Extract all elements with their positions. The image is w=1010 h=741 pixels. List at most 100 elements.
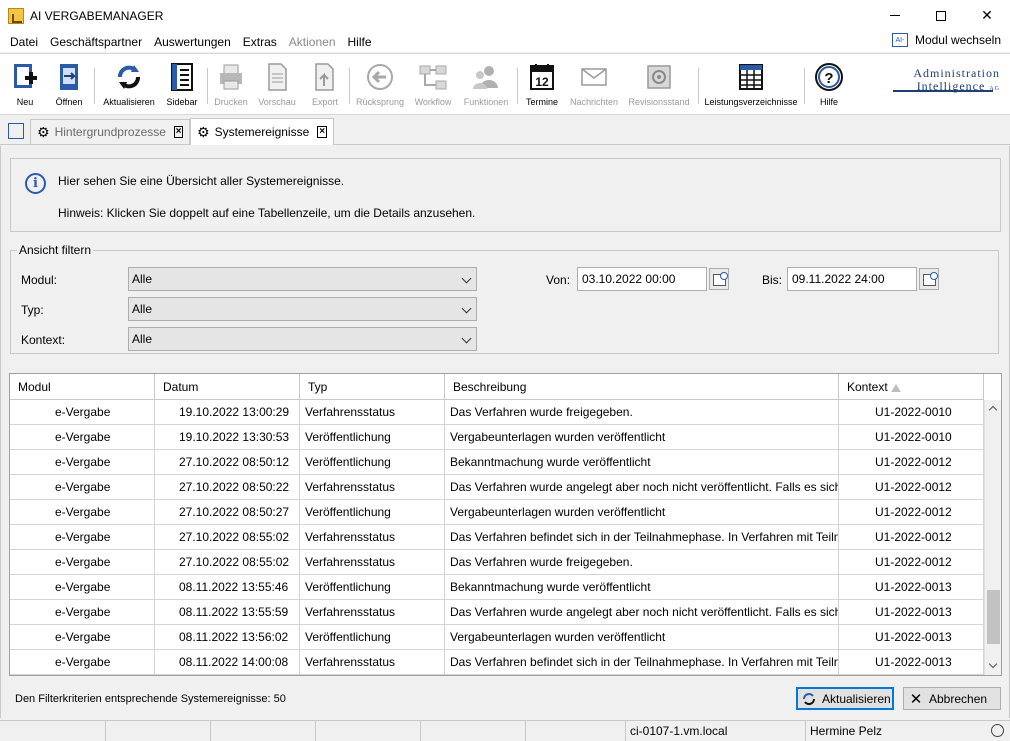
printer-icon: [216, 62, 246, 92]
cell-typ: Verfahrensstatus: [300, 550, 445, 574]
menu-auswertungen[interactable]: Auswertungen: [148, 35, 237, 49]
menu-datei[interactable]: Datei: [0, 35, 44, 49]
aktualisieren-toolbar-button[interactable]: Aktualisieren: [102, 54, 156, 114]
table-row[interactable]: e-Vergabe 19.10.2022 13:30:53 Veröffentlic…: [10, 425, 984, 450]
toolbar-separator: [804, 68, 805, 104]
kontext-select[interactable]: Alle: [128, 327, 477, 351]
bis-calendar-icon[interactable]: [919, 268, 939, 290]
table-row[interactable]: e-Vergabe 08.11.2022 13:56:02 Veröffentlic…: [10, 625, 984, 650]
column-header-modul[interactable]: Modul: [10, 374, 155, 400]
menu-geschaeftspartner[interactable]: Geschäftspartner: [44, 35, 148, 49]
sidebar-button[interactable]: Sidebar: [165, 54, 199, 114]
cell-datum: 27.10.2022 08:55:02: [155, 525, 300, 549]
oeffnen-button[interactable]: Öffnen: [52, 54, 86, 114]
modul-wechseln-button[interactable]: AI- Modul wechseln: [891, 33, 1001, 47]
aktualisieren-button[interactable]: Aktualisieren: [796, 687, 894, 710]
cell-beschreibung: Das Verfahren wurde freigegeben.: [445, 400, 839, 424]
neu-label: Neu: [16, 97, 34, 107]
scrollbar-thumb[interactable]: [987, 590, 1000, 644]
column-header-beschreibung[interactable]: Beschreibung: [445, 374, 839, 400]
cell-beschreibung: Vergabeunterlagen wurden veröffentlicht: [445, 425, 839, 449]
column-header-kontext[interactable]: Kontext: [839, 374, 984, 400]
vorschau-label: Vorschau: [258, 97, 296, 107]
close-window-button[interactable]: ✕: [964, 0, 1010, 31]
table-body: e-Vergabe 19.10.2022 13:00:29 Verfahrensst…: [10, 400, 984, 675]
table-row[interactable]: e-Vergabe 27.10.2022 08:55:02 Verfahrensst…: [10, 550, 984, 575]
chevron-down-icon: [461, 303, 472, 314]
tab-systemereignisse[interactable]: ⚙ Systemereignisse ×: [190, 118, 334, 145]
close-tab-icon[interactable]: ×: [317, 126, 327, 138]
cell-beschreibung: Das Verfahren wurde freigegeben.: [445, 550, 839, 574]
scroll-up-icon[interactable]: [988, 405, 998, 415]
cell-datum: 27.10.2022 08:55:02: [155, 550, 300, 574]
bis-date-input[interactable]: 09.11.2022 24:00: [787, 267, 917, 291]
cell-beschreibung: Vergabeunterlagen wurden veröffentlicht: [445, 500, 839, 524]
content-area: i Hier sehen Sie eine Übersicht aller Sy…: [0, 146, 1010, 718]
status-server: ci-0107-1.vm.local: [625, 721, 805, 741]
kontext-value: Alle: [132, 332, 153, 346]
minimize-button[interactable]: [872, 0, 918, 31]
maximize-button[interactable]: [918, 0, 964, 31]
nachrichten-label: Nachrichten: [569, 97, 619, 107]
table-row[interactable]: e-Vergabe 08.11.2022 14:00:08 Verfahrensst…: [10, 650, 984, 675]
revisionsstand-label: Revisionsstand: [628, 97, 690, 107]
table-row[interactable]: e-Vergabe 27.10.2022 08:50:12 Veröffentlic…: [10, 450, 984, 475]
status-indicator-icon: [991, 724, 1004, 737]
tab-overview-icon[interactable]: [8, 123, 24, 139]
cell-datum: 08.11.2022 13:56:02: [155, 625, 300, 649]
cell-typ: Verfahrensstatus: [300, 475, 445, 499]
export-icon: [310, 62, 340, 92]
workflow-label: Workflow: [414, 97, 452, 107]
cell-typ: Verfahrensstatus: [300, 400, 445, 424]
refresh-icon: [114, 62, 144, 92]
status-cell: [105, 721, 210, 741]
tab-hintergrundprozesse[interactable]: ⚙ Hintergrundprozesse ×: [30, 119, 190, 144]
drucken-button[interactable]: Drucken: [214, 54, 248, 114]
abbrechen-button[interactable]: ✕ Abbrechen: [903, 687, 1001, 710]
cell-modul: e-Vergabe: [10, 650, 155, 674]
status-cell: [525, 721, 625, 741]
termine-button[interactable]: 12 Termine: [524, 54, 560, 114]
cell-typ: Veröffentlichung: [300, 450, 445, 474]
export-button[interactable]: Export: [308, 54, 342, 114]
cell-modul: e-Vergabe: [10, 500, 155, 524]
close-tab-icon[interactable]: ×: [173, 126, 183, 138]
modul-select[interactable]: Alle: [128, 267, 477, 291]
ruecksprung-button[interactable]: Rücksprung: [356, 54, 404, 114]
leistungsverzeichnisse-button[interactable]: Leistungsverzeichnisse: [704, 54, 798, 114]
workflow-button[interactable]: Workflow: [413, 54, 453, 114]
info-icon: i: [25, 173, 46, 194]
menu-aktionen[interactable]: Aktionen: [283, 35, 342, 49]
cell-beschreibung: Das Verfahren befindet sich in der Teiln…: [445, 525, 839, 549]
von-calendar-icon[interactable]: [709, 268, 729, 290]
table-row[interactable]: e-Vergabe 08.11.2022 13:55:46 Veröffentlic…: [10, 575, 984, 600]
menu-extras[interactable]: Extras: [237, 35, 283, 49]
column-header-datum[interactable]: Datum: [155, 374, 300, 400]
nachrichten-button[interactable]: Nachrichten: [569, 54, 619, 114]
cell-typ: Verfahrensstatus: [300, 600, 445, 624]
von-date-input[interactable]: 03.10.2022 00:00: [577, 267, 707, 291]
info-box: i Hier sehen Sie eine Übersicht aller Sy…: [10, 158, 1001, 232]
funktionen-button[interactable]: Funktionen: [462, 54, 510, 114]
scroll-down-icon[interactable]: [988, 659, 998, 669]
gear-icon: ⚙: [197, 123, 210, 140]
toolbar-separator: [94, 68, 95, 104]
cell-beschreibung: Bekanntmachung wurde veröffentlicht: [445, 450, 839, 474]
aktualisieren-label: Aktualisieren: [103, 97, 155, 107]
toolbar-separator: [698, 68, 699, 104]
table-scrollbar[interactable]: [984, 400, 1001, 675]
table-header: Modul Datum Typ Beschreibung Kontext: [10, 374, 984, 400]
menu-hilfe[interactable]: Hilfe: [342, 35, 378, 49]
table-row[interactable]: e-Vergabe 27.10.2022 08:50:22 Verfahrensst…: [10, 475, 984, 500]
revisionsstand-button[interactable]: Revisionsstand: [628, 54, 690, 114]
column-header-typ[interactable]: Typ: [300, 374, 445, 400]
table-row[interactable]: e-Vergabe 08.11.2022 13:55:59 Verfahrensst…: [10, 600, 984, 625]
typ-select[interactable]: Alle: [128, 297, 477, 321]
hilfe-button[interactable]: ? Hilfe: [812, 54, 846, 114]
column-header-kontext-label: Kontext: [847, 380, 888, 394]
table-row[interactable]: e-Vergabe 19.10.2022 13:00:29 Verfahrensst…: [10, 400, 984, 425]
vorschau-button[interactable]: Vorschau: [258, 54, 296, 114]
neu-button[interactable]: Neu: [10, 54, 40, 114]
table-row[interactable]: e-Vergabe 27.10.2022 08:50:27 Veröffentlic…: [10, 500, 984, 525]
table-row[interactable]: e-Vergabe 27.10.2022 08:55:02 Verfahrensst…: [10, 525, 984, 550]
